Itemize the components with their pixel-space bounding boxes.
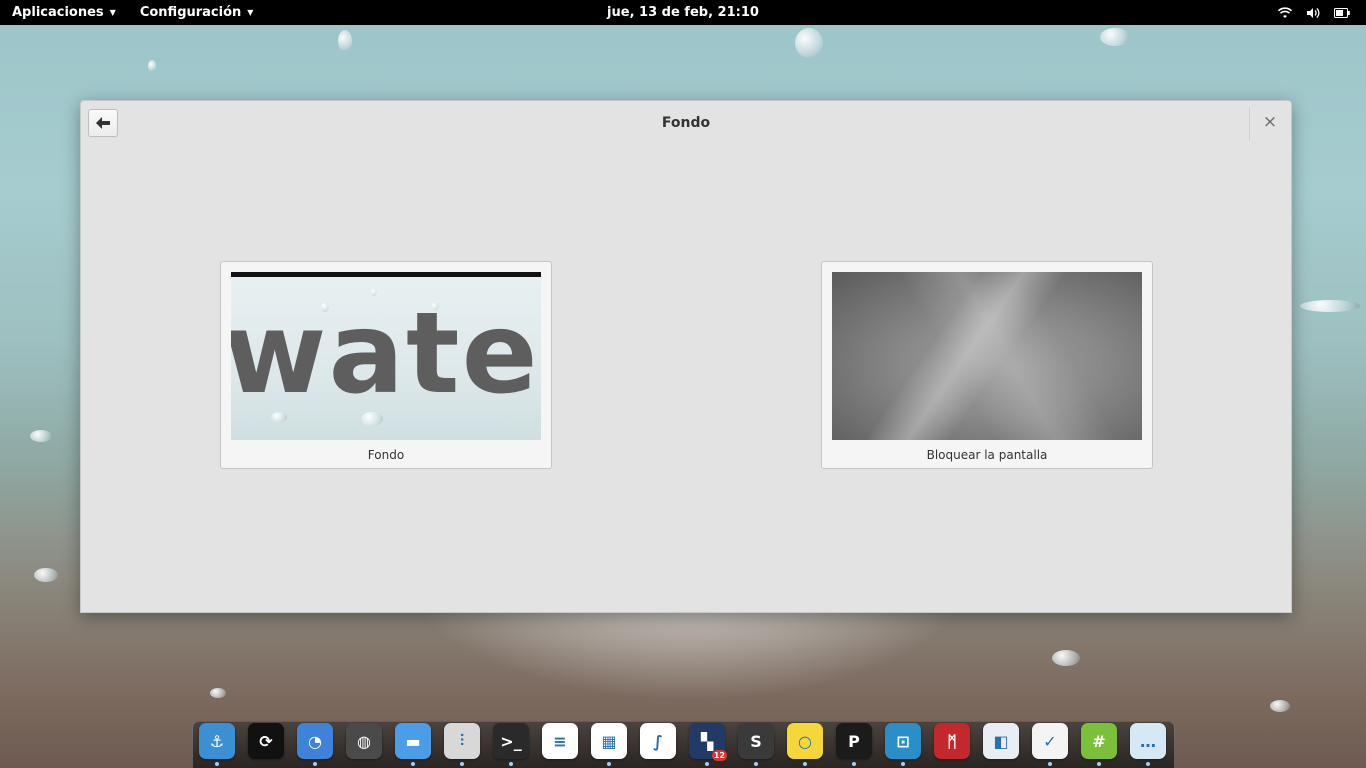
dock-running-indicator [1048,762,1052,766]
lockscreen-preview [832,272,1142,440]
dock-running-indicator [411,762,415,766]
wallpaper-drop [30,430,52,442]
wallpaper-drop [795,28,823,58]
dock-terminal-icon[interactable]: >_ [493,723,529,759]
wallpaper-card-label: Fondo [367,448,405,462]
wifi-icon[interactable] [1278,6,1292,19]
top-panel: Aplicaciones ▼ Configuración ▼ jue, 13 d… [0,0,1366,25]
dock-running-indicator [509,762,513,766]
dock-chat-app-icon[interactable]: … [1130,723,1166,759]
dock-running-indicator [607,762,611,766]
chevron-down-icon: ▼ [247,8,254,17]
dock-running-indicator [754,762,758,766]
dock-running-indicator [460,762,464,766]
wallpaper-drop [1300,300,1360,312]
dock-settings-app-icon[interactable]: ⫶ [444,723,480,759]
wallpaper-drop [210,688,226,698]
dock-mendeley-icon[interactable]: ᛗ [934,723,970,759]
dock-sublime-icon[interactable]: S [738,723,774,759]
wallpaper-drop [34,568,58,582]
dock-globe-app-icon[interactable]: ◍ [346,723,382,759]
dock-checklist-app-icon[interactable]: ✓ [1032,723,1068,759]
volume-icon[interactable] [1306,7,1320,19]
dock-calc-icon[interactable]: ▦ [591,723,627,759]
wallpaper-preview: water [231,272,541,440]
wallpaper-drop [1270,700,1290,712]
dock-running-indicator [215,762,219,766]
dock-badge: 12 [711,750,727,761]
settings-menu[interactable]: Configuración ▼ [128,5,266,20]
wallpaper-drop [148,60,156,72]
applications-menu-label: Aplicaciones [12,5,104,20]
dock-remote-app-icon[interactable]: ⊡ [885,723,921,759]
dock [192,721,1175,768]
clock[interactable]: jue, 13 de feb, 21:10 [607,5,759,20]
dock-running-indicator [1097,762,1101,766]
dock-writer-icon[interactable]: ≡ [542,723,578,759]
chevron-down-icon: ▼ [109,8,116,17]
preview-panel [231,272,541,277]
applications-menu[interactable]: Aplicaciones ▼ [0,5,128,20]
dock-running-indicator [1146,762,1150,766]
wallpaper-drop [338,30,352,52]
lockscreen-card[interactable]: Bloquear la pantalla [821,261,1153,469]
battery-icon[interactable] [1334,7,1350,18]
close-button[interactable]: × [1261,113,1279,131]
wallpaper-drop [1100,28,1130,46]
dock-pen-app-icon[interactable]: P [836,723,872,759]
dock-tasks-badge-app-icon[interactable]: ▚ 12 [689,723,727,761]
dock-running-indicator [313,762,317,766]
dock-ideas-icon[interactable]: ○ [787,723,823,759]
dock-running-indicator [901,762,905,766]
dock-running-indicator [705,762,709,766]
wallpaper-drop [1052,650,1080,666]
titlebar-separator [1249,107,1250,141]
settings-menu-label: Configuración [139,5,242,20]
dock-math-icon[interactable]: ∫ [640,723,676,759]
wallpaper-card[interactable]: water Fondo [220,261,552,469]
dock-anchor-app-icon[interactable]: ⚓ [199,723,235,759]
dock-files-icon[interactable]: ▬ [395,723,431,759]
dock-shapes-app-icon[interactable]: ◧ [983,723,1019,759]
dock-system-monitor-icon[interactable]: ⟳ [248,723,284,759]
dock-running-indicator [852,762,856,766]
lockscreen-card-label: Bloquear la pantalla [926,448,1048,462]
dock-hash-app-icon[interactable]: # [1081,723,1117,759]
dock-firefox-icon[interactable]: ◔ [297,723,333,759]
indicators [1278,0,1350,25]
background-settings-window: Fondo × water Fondo Bloquear la pantalla [80,100,1292,613]
dock-running-indicator [803,762,807,766]
window-title: Fondo [661,115,711,131]
wallpaper-preview-text: water [231,289,541,419]
